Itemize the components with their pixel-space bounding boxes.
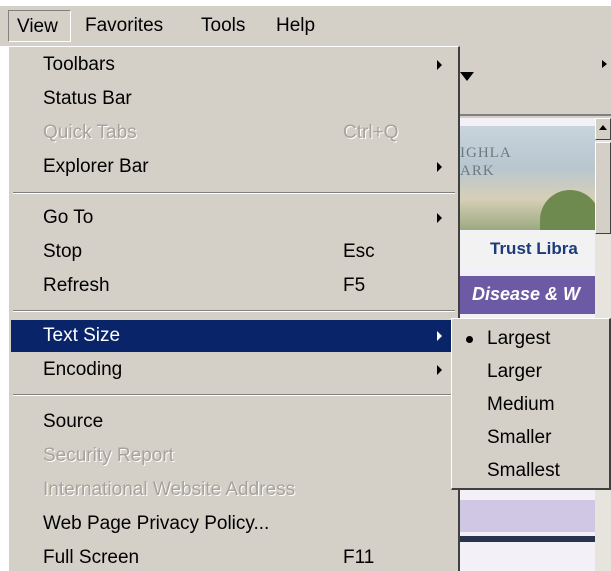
disease-heading: Disease & W <box>472 284 581 304</box>
menu-item-label: Status Bar <box>43 88 132 109</box>
page-divider-line <box>455 536 595 542</box>
menu-item-explorer-bar[interactable]: Explorer Bar <box>11 151 457 183</box>
submenu-item-medium[interactable]: Medium <box>452 388 608 421</box>
menu-item-label: Web Page Privacy Policy... <box>43 513 270 534</box>
menu-separator <box>13 394 455 396</box>
menu-item-label: Explorer Bar <box>43 156 149 177</box>
menu-item-label: Refresh <box>43 275 110 296</box>
screen: IGHLA ARK Trust Libra Disease & W View F… <box>0 0 611 571</box>
submenu-arrow-icon <box>437 213 442 223</box>
menu-help[interactable]: Help <box>268 10 328 42</box>
menu-favorites[interactable]: Favorites <box>77 10 181 42</box>
site-banner-logo: IGHLA ARK <box>460 144 512 180</box>
scrollbar-thumb[interactable] <box>595 142 611 234</box>
submenu-item-label: Smaller <box>487 427 552 448</box>
menu-item-refresh[interactable]: Refresh F5 <box>11 270 457 302</box>
radio-bullet-icon <box>466 336 473 343</box>
toolbar-chevron-icon[interactable] <box>602 60 607 68</box>
view-menu-dropdown: Toolbars Status Bar Quick Tabs Ctrl+Q Ex… <box>8 46 460 571</box>
menu-item-quick-tabs: Quick Tabs Ctrl+Q <box>11 117 457 149</box>
menu-item-international-website-address: International Website Address <box>11 474 457 506</box>
submenu-arrow-icon <box>437 162 442 172</box>
menu-view[interactable]: View <box>8 10 71 42</box>
text-size-submenu: Largest Larger Medium Smaller Smallest <box>451 318 611 490</box>
page-lavender-band <box>455 500 595 532</box>
menu-item-stop[interactable]: Stop Esc <box>11 236 457 268</box>
menu-item-go-to[interactable]: Go To <box>11 202 457 234</box>
menu-tools[interactable]: Tools <box>193 10 261 42</box>
menu-item-shortcut: F11 <box>343 547 375 568</box>
menu-separator <box>13 310 455 312</box>
browser-toolbar <box>450 46 611 116</box>
menu-item-label: Source <box>43 411 104 432</box>
menu-item-toolbars[interactable]: Toolbars <box>11 49 457 81</box>
menu-item-encoding[interactable]: Encoding <box>11 354 457 386</box>
menu-item-label: Text Size <box>43 325 121 346</box>
submenu-item-smallest[interactable]: Smallest <box>452 454 608 487</box>
menu-item-shortcut: F5 <box>343 275 366 296</box>
menu-item-security-report: Security Report <box>11 440 457 472</box>
menu-separator <box>13 192 455 194</box>
submenu-arrow-icon <box>437 60 442 70</box>
menu-item-source[interactable]: Source <box>11 406 457 438</box>
banner-text-line-2: ARK <box>460 163 495 179</box>
menu-item-label: Quick Tabs <box>43 122 137 143</box>
submenu-item-larger[interactable]: Larger <box>452 355 608 388</box>
menu-item-label: Go To <box>43 207 94 228</box>
menu-item-shortcut: Ctrl+Q <box>343 122 399 143</box>
menu-item-label: Full Screen <box>43 547 140 568</box>
menu-bar: View Favorites Tools Help <box>0 6 611 46</box>
menu-item-label: Encoding <box>43 359 123 380</box>
menu-item-label: Toolbars <box>43 54 115 75</box>
menu-item-text-size[interactable]: Text Size <box>11 320 457 352</box>
submenu-arrow-icon <box>437 331 442 341</box>
submenu-item-label: Smallest <box>487 460 560 481</box>
submenu-arrow-icon <box>437 365 442 375</box>
submenu-item-largest[interactable]: Largest <box>452 322 608 355</box>
menu-item-label: International Website Address <box>43 479 296 500</box>
toolbar-dropdown-arrow-icon[interactable] <box>460 72 474 81</box>
scroll-up-arrow-icon <box>599 125 607 130</box>
submenu-item-label: Largest <box>487 328 551 349</box>
submenu-item-label: Medium <box>487 394 555 415</box>
submenu-item-smaller[interactable]: Smaller <box>452 421 608 454</box>
menu-item-label: Security Report <box>43 445 174 466</box>
menu-item-privacy-policy[interactable]: Web Page Privacy Policy... <box>11 508 457 540</box>
trust-library-link[interactable]: Trust Libra <box>490 239 578 259</box>
menu-item-status-bar[interactable]: Status Bar <box>11 83 457 115</box>
submenu-item-label: Larger <box>487 361 542 382</box>
menu-item-shortcut: Esc <box>343 241 375 262</box>
menu-item-full-screen[interactable]: Full Screen F11 <box>11 542 457 571</box>
banner-text-line-1: IGHLA <box>460 145 512 161</box>
menu-item-label: Stop <box>43 241 83 262</box>
